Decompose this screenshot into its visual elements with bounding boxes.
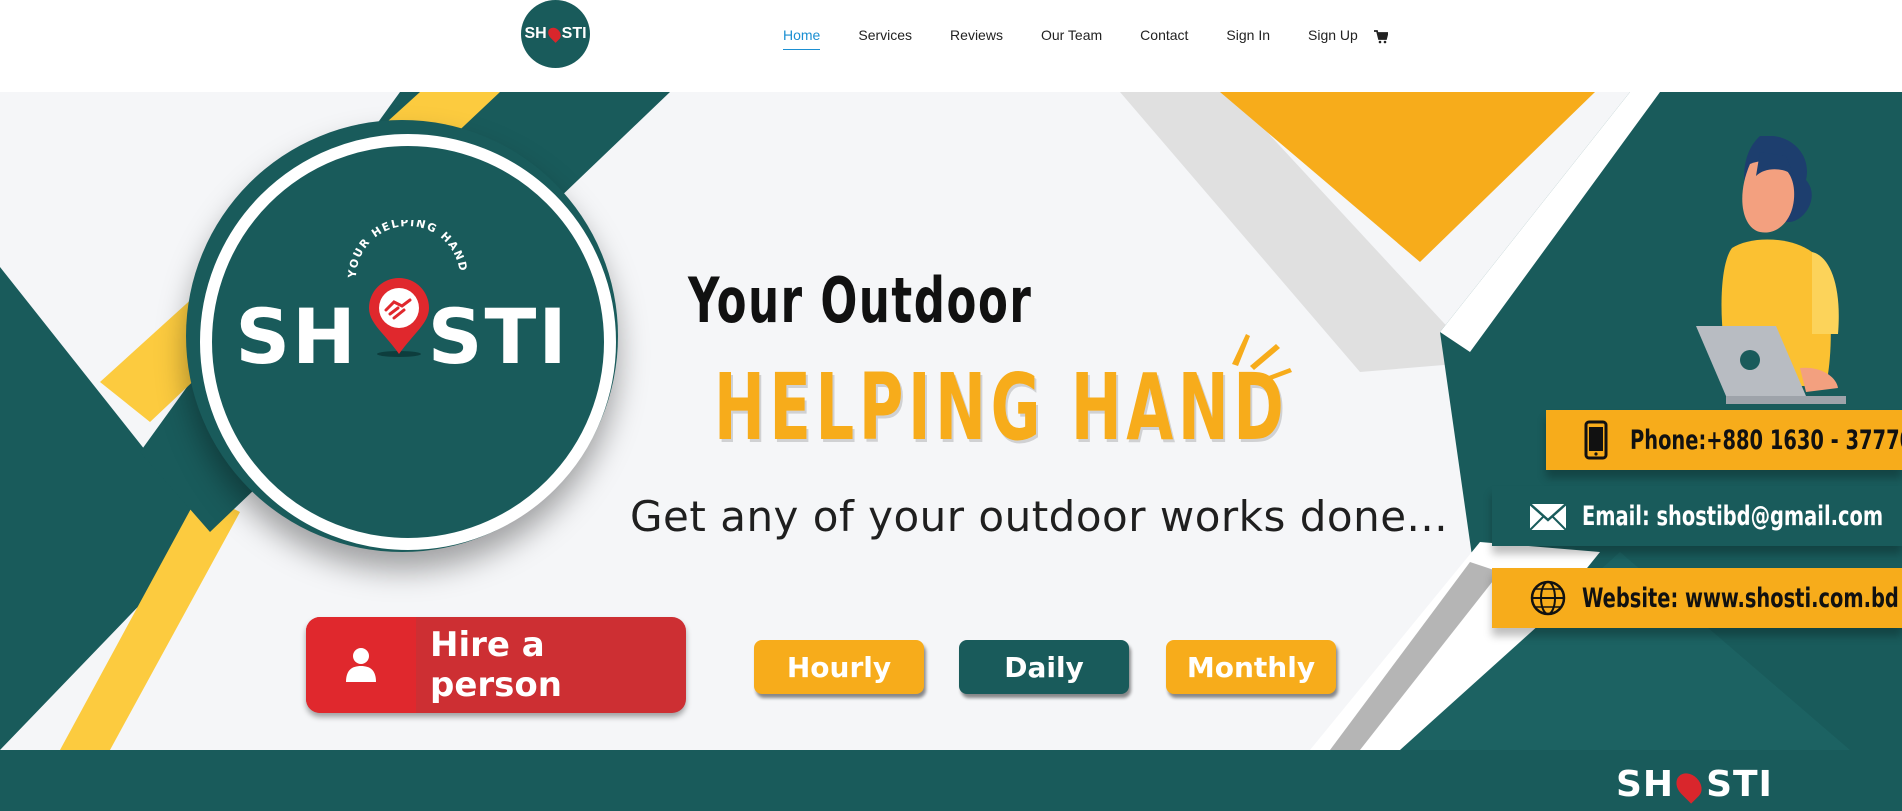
hire-icon-box	[306, 617, 416, 713]
footer-logo-right: STI	[1706, 764, 1773, 805]
hourly-button[interactable]: Hourly	[754, 640, 924, 694]
svg-text:YOUR HELPING HAND: YOUR HELPING HAND	[346, 220, 470, 279]
person-with-laptop-illustration	[1696, 136, 1846, 404]
hero-tagline: Get any of your outdoor works done...	[630, 492, 1449, 541]
footer-strip: SH STI	[0, 750, 1902, 811]
location-pin-icon	[1671, 768, 1707, 804]
nav-services[interactable]: Services	[858, 27, 912, 49]
sparkle-icon	[1232, 334, 1292, 384]
logo-text-right: STI	[561, 25, 587, 42]
main-nav: Home Services Reviews Our Team Contact S…	[783, 24, 1392, 52]
badge-text-left: SH	[235, 292, 358, 381]
monthly-button[interactable]: Monthly	[1166, 640, 1336, 694]
badge-tagline: YOUR HELPING HAND	[346, 220, 469, 279]
daily-button[interactable]: Daily	[959, 640, 1129, 694]
badge-arc-tagline: YOUR HELPING HAND	[346, 220, 470, 279]
footer-logo-left: SH	[1616, 764, 1675, 805]
nav-sign-in[interactable]: Sign In	[1226, 27, 1270, 49]
user-icon	[346, 648, 376, 682]
logo-text-left: SH	[524, 25, 547, 42]
badge-text-right: STI	[427, 292, 569, 381]
brand-badge: YOUR HELPING HAND SH STI	[186, 120, 618, 552]
website-text: Website: www.shosti.com.bd	[1582, 582, 1899, 614]
nav-sign-up[interactable]: Sign Up	[1308, 27, 1358, 49]
footer-logo: SH STI	[1616, 764, 1773, 805]
headline-secondary: HELPING HAND	[714, 354, 1289, 461]
hero-banner: YOUR HELPING HAND SH STI Your Outdoor HEL…	[0, 92, 1902, 750]
hire-person-button[interactable]: Hire a person	[306, 617, 686, 713]
website-info-bar[interactable]: Website: www.shosti.com.bd	[1492, 568, 1902, 628]
globe-icon	[1530, 580, 1566, 616]
location-pin-icon	[545, 25, 564, 43]
nav-reviews[interactable]: Reviews	[950, 27, 1003, 49]
cart-icon[interactable]	[1373, 30, 1392, 46]
email-info-bar[interactable]: Email: shostibd@gmail.com	[1492, 486, 1902, 546]
headline-primary: Your Outdoor	[688, 264, 1033, 337]
phone-icon	[1584, 420, 1608, 460]
mail-icon	[1529, 503, 1567, 531]
hire-person-label: Hire a person	[430, 625, 562, 705]
nav-contact[interactable]: Contact	[1140, 27, 1188, 49]
phone-info-bar[interactable]: Phone:+880 1630 - 377705	[1546, 410, 1902, 470]
nav-our-team[interactable]: Our Team	[1041, 27, 1102, 49]
site-header: SH STI Home Services Reviews Our Team Co…	[0, 0, 1902, 92]
phone-text: Phone:+880 1630 - 377705	[1630, 424, 1902, 456]
site-logo[interactable]: SH STI	[521, 0, 590, 68]
handshake-pin-icon	[369, 278, 429, 357]
nav-home[interactable]: Home	[783, 27, 821, 50]
email-text: Email: shostibd@gmail.com	[1582, 500, 1884, 532]
